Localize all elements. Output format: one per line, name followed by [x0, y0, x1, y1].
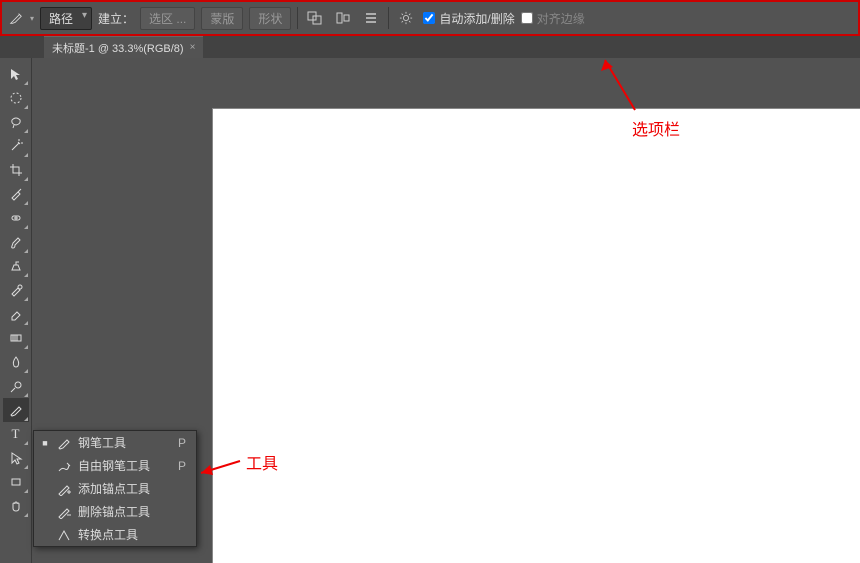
path-operations-icon[interactable]	[304, 8, 326, 28]
path-selection-tool[interactable]	[3, 446, 29, 470]
magic-wand-tool[interactable]	[3, 134, 29, 158]
freeform-pen-icon	[56, 458, 72, 474]
rectangle-tool[interactable]	[3, 470, 29, 494]
gear-icon[interactable]	[395, 8, 417, 28]
crop-tool[interactable]	[3, 158, 29, 182]
build-label: 建立：	[98, 10, 134, 27]
dodge-tool[interactable]	[3, 374, 29, 398]
flyout-item-pen[interactable]: ■ 钢笔工具 P	[34, 431, 196, 454]
flyout-item-freeform-pen[interactable]: 自由钢笔工具 P	[34, 454, 196, 477]
gradient-tool[interactable]	[3, 326, 29, 350]
document-tab-title: 未标题-1 @ 33.3%(RGB/8)	[52, 40, 184, 56]
align-edges-input[interactable]	[521, 12, 533, 24]
eyedropper-tool[interactable]	[3, 182, 29, 206]
make-shape-button[interactable]: 形状	[249, 7, 291, 30]
clone-stamp-tool[interactable]	[3, 254, 29, 278]
flyout-item-label: 自由钢笔工具	[78, 457, 158, 474]
divider	[297, 7, 298, 29]
document-canvas[interactable]	[212, 108, 860, 563]
align-edges-label: 对齐边缘	[537, 10, 585, 27]
options-bar: ▾ 路径 建立： 选区 ... 蒙版 形状 自动添加/删除 对齐边缘	[0, 0, 860, 36]
flyout-item-shortcut: P	[174, 436, 186, 450]
flyout-active-mark: ■	[40, 438, 50, 448]
flyout-item-convert-point[interactable]: 转换点工具	[34, 523, 196, 546]
make-selection-button[interactable]: 选区 ...	[140, 7, 195, 30]
move-tool[interactable]	[3, 62, 29, 86]
arrow-options-bar	[595, 55, 645, 115]
flyout-item-shortcut: P	[174, 459, 186, 473]
lasso-tool[interactable]	[3, 110, 29, 134]
divider	[388, 7, 389, 29]
hand-tool[interactable]	[3, 494, 29, 518]
path-alignment-icon[interactable]	[332, 8, 354, 28]
flyout-item-label: 转换点工具	[78, 526, 158, 543]
flyout-item-label: 删除锚点工具	[78, 503, 158, 520]
make-mask-button[interactable]: 蒙版	[201, 7, 243, 30]
pen-tool-flyout: ■ 钢笔工具 P 自由钢笔工具 P 添加锚点工具 删除锚点工具 转换点工具	[33, 430, 197, 547]
align-edges-checkbox[interactable]: 对齐边缘	[521, 10, 585, 27]
arrow-tools	[195, 455, 245, 479]
flyout-item-add-anchor[interactable]: 添加锚点工具	[34, 477, 196, 500]
tool-preset-dropdown[interactable]: ▾	[30, 14, 34, 23]
auto-add-delete-checkbox[interactable]: 自动添加/删除	[423, 10, 514, 27]
flyout-item-label: 添加锚点工具	[78, 480, 158, 497]
type-tool[interactable]: T	[3, 422, 29, 446]
convert-point-icon	[56, 527, 72, 543]
auto-add-delete-label: 自动添加/删除	[439, 10, 514, 27]
delete-anchor-icon	[56, 504, 72, 520]
pen-tool[interactable]	[3, 398, 29, 422]
flyout-item-delete-anchor[interactable]: 删除锚点工具	[34, 500, 196, 523]
close-icon[interactable]: ×	[190, 42, 196, 53]
toolbox: T	[0, 58, 32, 563]
healing-brush-tool[interactable]	[3, 206, 29, 230]
flyout-item-label: 钢笔工具	[78, 434, 158, 451]
blur-tool[interactable]	[3, 350, 29, 374]
path-arrange-icon[interactable]	[360, 8, 382, 28]
eraser-tool[interactable]	[3, 302, 29, 326]
document-tab[interactable]: 未标题-1 @ 33.3%(RGB/8) ×	[44, 36, 203, 59]
history-brush-tool[interactable]	[3, 278, 29, 302]
pen-tool-icon	[8, 10, 24, 26]
pen-icon	[56, 435, 72, 451]
auto-add-delete-input[interactable]	[423, 12, 435, 24]
document-tab-bar: 未标题-1 @ 33.3%(RGB/8) ×	[0, 36, 860, 58]
marquee-tool[interactable]	[3, 86, 29, 110]
path-mode-select[interactable]: 路径	[40, 7, 92, 30]
annotation-tools: 工具	[246, 450, 278, 474]
brush-tool[interactable]	[3, 230, 29, 254]
annotation-options-bar: 选项栏	[632, 116, 680, 140]
add-anchor-icon	[56, 481, 72, 497]
